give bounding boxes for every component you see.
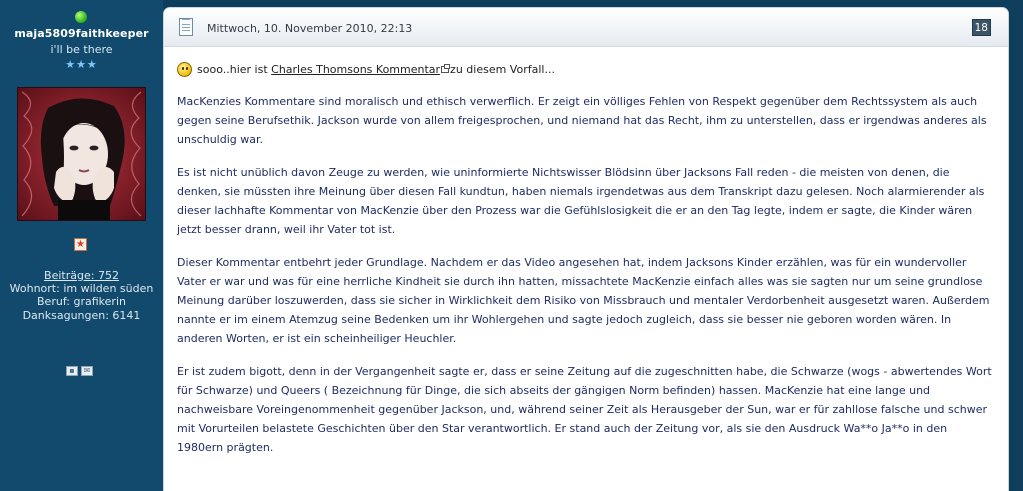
user-stats: Beiträge: 752 Wohnort: im wilden süden B… [0, 269, 163, 322]
post-paragraph: Es ist nicht unüblich davon Zeuge zu wer… [177, 166, 985, 236]
post-date: Mittwoch, 10. November 2010, 22:13 [207, 22, 413, 35]
user-title: i'll be there [50, 43, 113, 56]
post-body: sooo..hier ist Charles Thomsons Kommenta… [177, 60, 995, 471]
document-icon [179, 18, 193, 36]
rank-stars: ★★★ [65, 58, 98, 71]
comment-link[interactable]: Charles Thomsons Kommentar [271, 63, 440, 76]
post-paragraph: MacKenzies Kommentare sind moralisch und… [177, 95, 987, 146]
user-posts-link[interactable]: Beiträge: 752 [0, 269, 163, 282]
mail-icon[interactable]: ✉ [81, 366, 93, 376]
intro-text-before: sooo..hier ist [197, 63, 272, 76]
post-number[interactable]: 18 [971, 19, 991, 36]
post-intro: sooo..hier ist Charles Thomsons Kommenta… [177, 60, 995, 79]
profile-icon[interactable]: ▪ [66, 366, 78, 376]
intro-text-after: zu diesem Vorfall... [450, 63, 555, 76]
user-location: Wohnort: im wilden süden [9, 282, 154, 296]
user-panel: maja5809faithkeeper i'll be there ★★★ ★ … [0, 0, 163, 491]
post-panel: Mittwoch, 10. November 2010, 22:13 18 so… [164, 8, 1008, 491]
avatar-picture-icon [18, 88, 145, 220]
online-status-icon [75, 11, 87, 23]
user-thanks: Danksagungen: 6141 [22, 308, 141, 322]
smiley-icon [177, 62, 192, 77]
external-link-icon [441, 64, 451, 73]
username[interactable]: maja5809faithkeeper [0, 27, 163, 40]
contact-icons: ▪ ✉ [66, 366, 98, 378]
user-rank-icon: ★ [74, 238, 87, 251]
post-paragraph: Er ist zudem bigott, denn in der Vergang… [177, 365, 992, 454]
post-paragraph: Dieser Kommentar entbehrt jeder Grundlag… [177, 256, 990, 345]
avatar [17, 87, 146, 221]
user-job: Beruf: grafikerin [37, 295, 126, 309]
post-header: Mittwoch, 10. November 2010, 22:13 18 [164, 8, 1008, 47]
